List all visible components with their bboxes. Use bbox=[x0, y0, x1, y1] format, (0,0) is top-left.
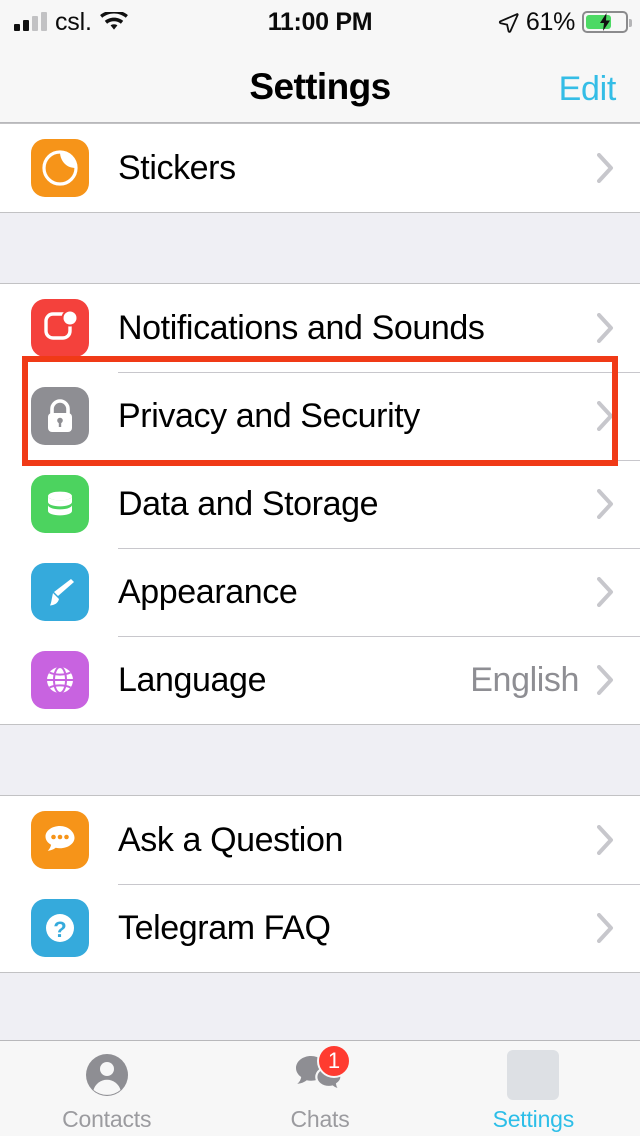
row-value: English bbox=[470, 660, 579, 699]
chevron-right-icon bbox=[597, 153, 614, 183]
status-bar: csl. 11:00 PM 61% bbox=[0, 0, 640, 44]
tab-settings[interactable]: Settings bbox=[427, 1041, 640, 1136]
row-label: Ask a Question bbox=[118, 820, 343, 859]
settings-row-privacy-and-security[interactable]: Privacy and Security bbox=[0, 372, 640, 460]
row-label: Notifications and Sounds bbox=[118, 308, 485, 347]
settings-row-data-and-storage[interactable]: Data and Storage bbox=[0, 460, 640, 548]
row-label: Telegram FAQ bbox=[118, 908, 331, 947]
telegram-settings-screen: csl. 11:00 PM 61% Settings Edit Stickers… bbox=[0, 0, 640, 1136]
notifications-icon bbox=[31, 299, 89, 357]
tab-label: Settings bbox=[492, 1106, 575, 1132]
chats-badge: 1 bbox=[316, 1044, 351, 1078]
navigation-bar: Settings Edit bbox=[0, 44, 640, 123]
page-title: Settings bbox=[249, 66, 391, 107]
chevron-right-icon bbox=[597, 913, 614, 943]
svg-text:?: ? bbox=[53, 917, 66, 942]
chevron-right-icon bbox=[597, 577, 614, 607]
row-label: Data and Storage bbox=[118, 484, 379, 523]
row-label: Privacy and Security bbox=[118, 396, 420, 435]
settings-list[interactable]: Stickers Notifications and Sounds Privac… bbox=[0, 123, 640, 1041]
settings-row-appearance[interactable]: Appearance bbox=[0, 548, 640, 636]
chevron-right-icon bbox=[597, 313, 614, 343]
chats-icon: 1 bbox=[293, 1044, 351, 1100]
chevron-right-icon bbox=[597, 489, 614, 519]
lock-icon bbox=[31, 387, 89, 445]
tab-contacts[interactable]: Contacts bbox=[0, 1041, 213, 1136]
location-arrow-icon bbox=[498, 12, 519, 33]
chevron-right-icon bbox=[597, 401, 614, 431]
tab-label: Contacts bbox=[62, 1106, 152, 1132]
settings-row-notifications[interactable]: Notifications and Sounds bbox=[0, 284, 640, 372]
person-icon bbox=[80, 1050, 134, 1100]
question-mark-icon: ? bbox=[31, 899, 89, 957]
chevron-right-icon bbox=[597, 825, 614, 855]
database-icon bbox=[31, 475, 89, 533]
paintbrush-icon bbox=[31, 563, 89, 621]
tab-label: Chats bbox=[290, 1106, 350, 1132]
battery-charging-icon bbox=[582, 11, 632, 33]
tab-chats[interactable]: 1 Chats bbox=[213, 1041, 426, 1136]
row-label: Language bbox=[118, 660, 267, 699]
section-gap-1 bbox=[0, 213, 640, 283]
settings-section-3: Ask a Question ? Telegram FAQ bbox=[0, 795, 640, 973]
settings-row-ask-a-question[interactable]: Ask a Question bbox=[0, 796, 640, 884]
status-bar-right: 61% bbox=[498, 7, 632, 37]
tab-bar: Contacts 1 Chats Settings bbox=[0, 1040, 640, 1136]
settings-section-1: Stickers bbox=[0, 123, 640, 213]
row-label: Stickers bbox=[118, 148, 236, 187]
row-label: Appearance bbox=[118, 572, 298, 611]
settings-row-telegram-faq[interactable]: ? Telegram FAQ bbox=[0, 884, 640, 972]
speech-bubble-icon bbox=[31, 811, 89, 869]
settings-section-2: Notifications and Sounds Privacy and Sec… bbox=[0, 283, 640, 725]
battery-percent-label: 61% bbox=[525, 7, 575, 36]
chevron-right-icon bbox=[597, 665, 614, 695]
section-gap-2 bbox=[0, 725, 640, 795]
settings-placeholder-icon bbox=[506, 1050, 560, 1100]
settings-row-stickers[interactable]: Stickers bbox=[0, 124, 640, 212]
globe-icon bbox=[31, 651, 89, 709]
stickers-icon bbox=[31, 139, 89, 197]
settings-row-language[interactable]: Language English bbox=[0, 636, 640, 724]
edit-button[interactable]: Edit bbox=[559, 70, 617, 109]
